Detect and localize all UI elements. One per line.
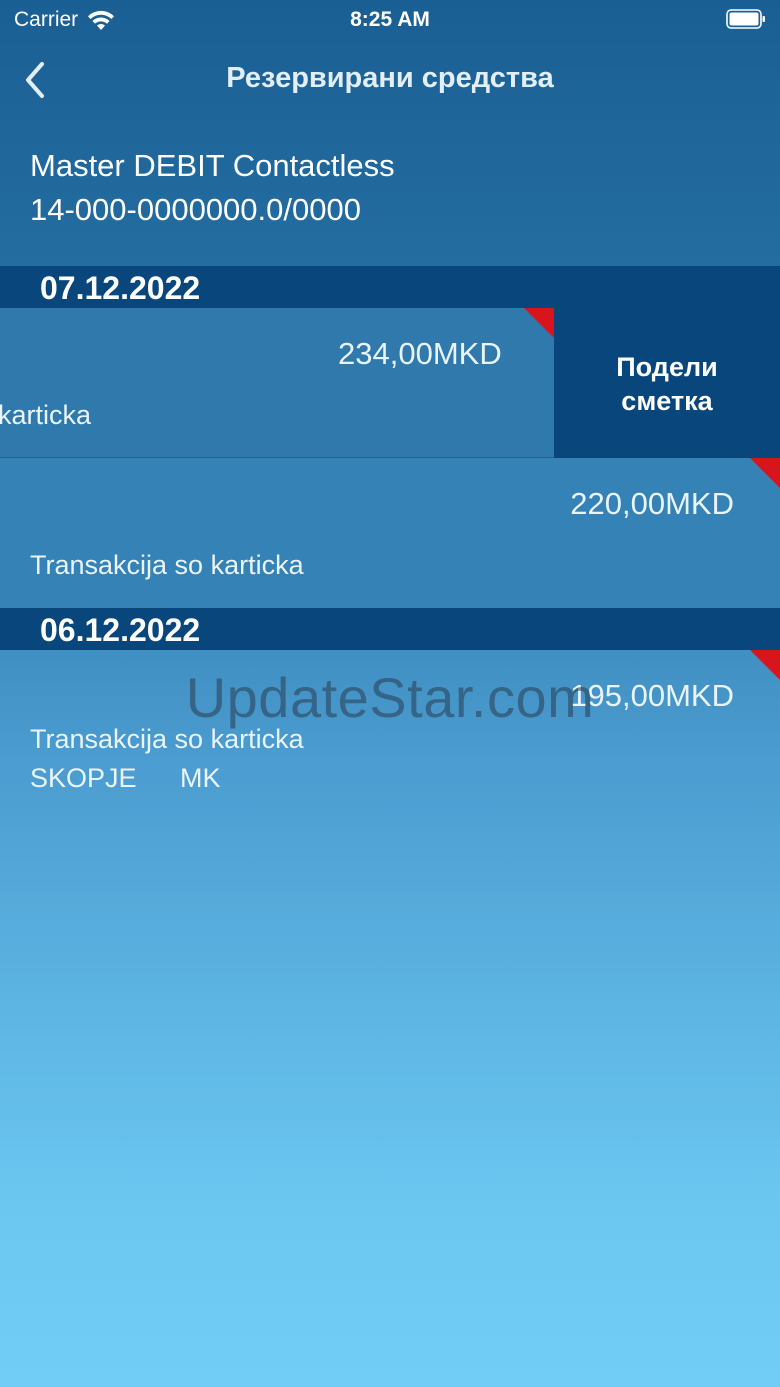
date-label: 06.12.2022 bbox=[40, 612, 201, 648]
split-bill-label-line2: сметка bbox=[621, 386, 713, 416]
date-label: 07.12.2022 bbox=[40, 270, 201, 306]
page-title: Резервирани средства bbox=[226, 62, 554, 94]
battery-icon bbox=[726, 9, 765, 29]
split-bill-label-line1: Подели bbox=[616, 352, 718, 382]
status-time: 8:25 AM bbox=[350, 8, 430, 31]
reserved-marker-icon bbox=[524, 308, 554, 338]
account-number: 14-000-0000000.0/0000 bbox=[30, 192, 361, 227]
date-header: 06.12.2022 bbox=[0, 608, 780, 650]
transaction-amount: 220,00MKD bbox=[570, 486, 734, 521]
transaction-description: karticka bbox=[0, 400, 92, 430]
date-header: 07.12.2022 bbox=[0, 266, 780, 308]
watermark: UpdateStar.com bbox=[185, 666, 595, 729]
status-bar: Carrier 8:25 AM bbox=[0, 0, 780, 40]
transaction-amount: 234,00MKD bbox=[338, 336, 502, 371]
account-name: Master DEBIT Contactless bbox=[30, 148, 395, 183]
reserved-marker-icon bbox=[750, 458, 780, 488]
transaction-country: MK bbox=[180, 763, 221, 793]
transaction-description: Transakcija so karticka bbox=[30, 550, 304, 580]
transaction-city: SKOPJE bbox=[30, 763, 137, 793]
account-info: Master DEBIT Contactless 14-000-0000000.… bbox=[0, 140, 780, 266]
navigation-bar: Резервирани средства bbox=[0, 40, 780, 120]
transaction-row[interactable]: 220,00MKD Transakcija so karticka bbox=[0, 458, 780, 608]
transaction-row[interactable]: 234,00MKD karticka Подели сметка bbox=[0, 308, 780, 458]
split-bill-button[interactable]: Подели сметка bbox=[554, 308, 780, 458]
